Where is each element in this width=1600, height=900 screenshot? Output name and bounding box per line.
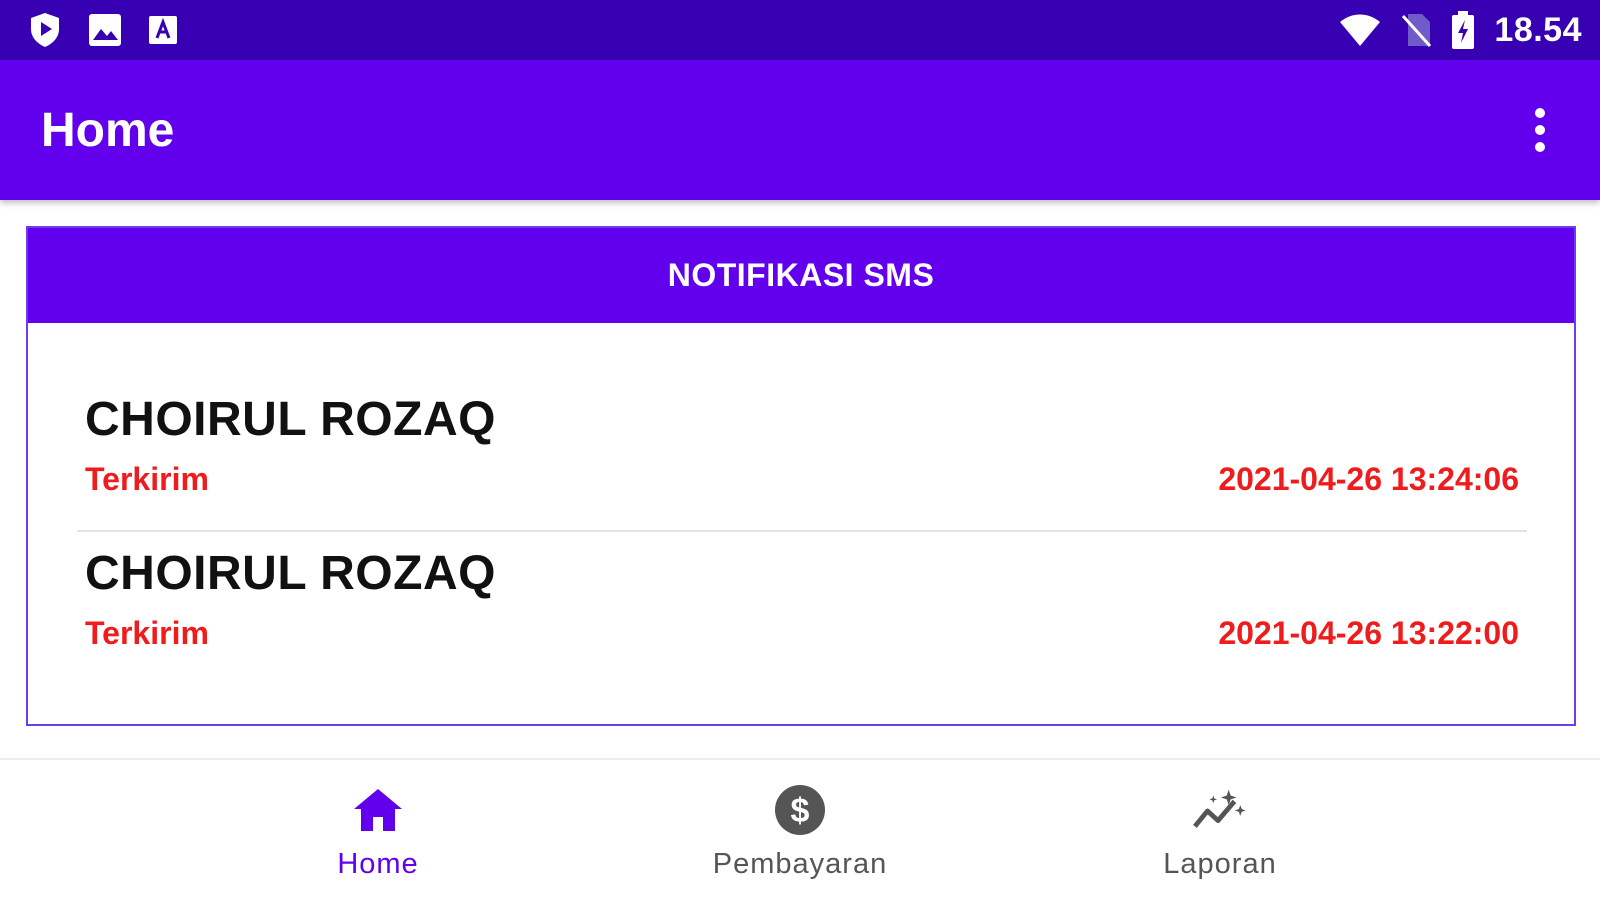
status-bar: 18.54	[0, 0, 1600, 60]
card-header: NOTIFIKASI SMS	[28, 228, 1574, 326]
recipient-name: CHOIRUL ROZAQ	[85, 393, 496, 446]
nav-label-laporan: Laporan	[1163, 848, 1277, 880]
more-vert-icon[interactable]	[1520, 100, 1560, 160]
status-time: 18.54	[1494, 10, 1582, 49]
sms-list: CHOIRUL ROZAQ Terkirim 2021-04-26 13:24:…	[77, 378, 1527, 685]
battery-charging-icon	[1450, 10, 1476, 50]
wifi-icon	[1338, 13, 1382, 47]
sms-meta: Terkirim 2021-04-26 13:24:06	[85, 461, 1519, 498]
sms-status: Terkirim	[85, 615, 209, 651]
status-left-icons	[28, 11, 178, 49]
recipient-name: CHOIRUL ROZAQ	[85, 547, 496, 600]
nav-item-laporan[interactable]: Laporan	[1090, 782, 1350, 892]
overflow-dot	[1535, 142, 1545, 152]
sms-status: Terkirim	[85, 461, 209, 497]
sms-datetime: 2021-04-26 13:22:00	[1218, 615, 1519, 651]
status-right-icons: 18.54	[1338, 10, 1582, 50]
play-protect-icon	[28, 11, 62, 49]
card-title: NOTIFIKASI SMS	[667, 257, 935, 293]
nav-label-pembayaran: Pembayaran	[712, 848, 888, 880]
image-icon	[88, 13, 122, 47]
nav-item-home[interactable]: Home	[248, 782, 508, 892]
app-bar: Home	[0, 60, 1600, 200]
font-a-icon	[148, 15, 178, 45]
list-item[interactable]: CHOIRUL ROZAQ Terkirim 2021-04-26 13:24:…	[77, 378, 1527, 530]
overflow-dot	[1535, 125, 1545, 135]
sms-meta: Terkirim 2021-04-26 13:22:00	[85, 615, 1519, 652]
svg-text:$: $	[791, 792, 810, 830]
nav-item-pembayaran[interactable]: $ Pembayaran	[670, 782, 930, 892]
page-title: Home	[41, 103, 175, 157]
sms-notification-card: NOTIFIKASI SMS CHOIRUL ROZAQ Terkirim 20…	[26, 226, 1576, 726]
overflow-dot	[1535, 108, 1545, 118]
nav-label-home: Home	[337, 848, 419, 880]
bottom-navigation: Home $ Pembayaran Laporan	[0, 758, 1600, 900]
dollar-circle-icon: $	[772, 782, 828, 838]
sms-datetime: 2021-04-26 13:24:06	[1218, 461, 1519, 497]
no-sim-icon	[1400, 12, 1432, 48]
sparkle-chart-icon	[1192, 782, 1248, 838]
home-icon	[350, 782, 406, 838]
list-item[interactable]: CHOIRUL ROZAQ Terkirim 2021-04-26 13:22:…	[77, 530, 1527, 685]
